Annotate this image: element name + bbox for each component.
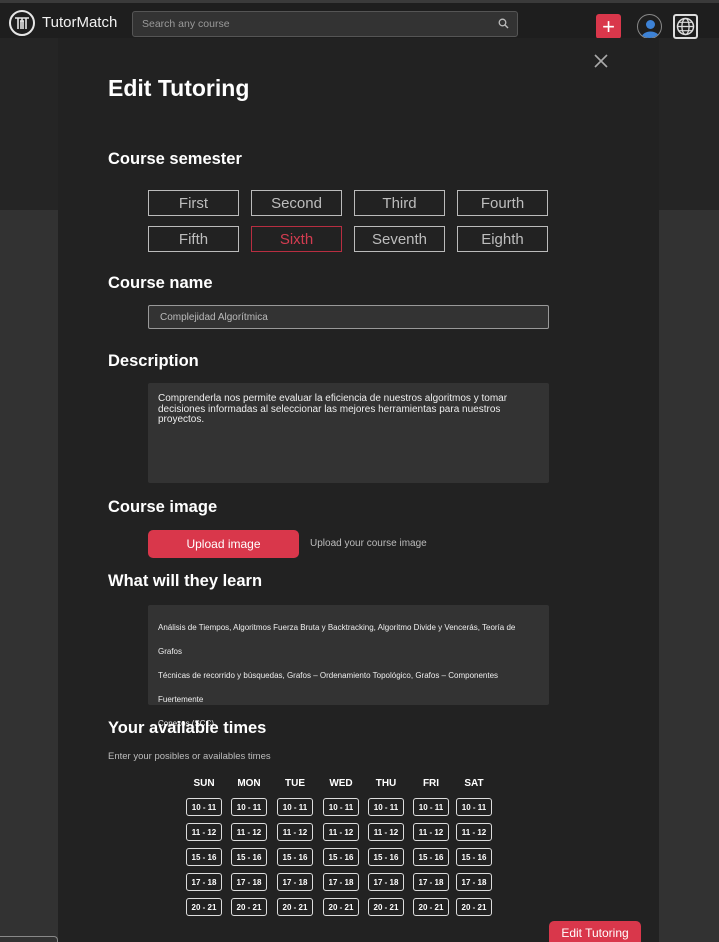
semester-section-title: Course semester: [108, 150, 242, 168]
course-name-input[interactable]: [148, 305, 549, 329]
time-slot-mon-20-21[interactable]: 20 - 21: [231, 898, 267, 916]
description-textarea[interactable]: Comprenderla nos permite evaluar la efic…: [148, 383, 549, 483]
course-image-title: Course image: [108, 498, 218, 516]
time-slot-sun-17-18[interactable]: 17 - 18: [186, 873, 222, 891]
time-slot-mon-15-16[interactable]: 15 - 16: [231, 848, 267, 866]
learn-textarea[interactable]: Análisis de Tiempos, Algoritmos Fuerza B…: [148, 605, 549, 728]
time-slot-thu-17-18[interactable]: 17 - 18: [368, 873, 404, 891]
time-slot-fri-17-18[interactable]: 17 - 18: [413, 873, 449, 891]
learn-line: Análisis de Tiempos, Algoritmos Fuerza B…: [158, 623, 516, 656]
time-slot-tue-17-18[interactable]: 17 - 18: [277, 873, 313, 891]
day-header-tue: TUE: [285, 778, 305, 789]
close-icon[interactable]: [593, 53, 609, 69]
time-slot-tue-15-16[interactable]: 15 - 16: [277, 848, 313, 866]
edit-tutoring-modal: Edit Tutoring Course semester First Seco…: [58, 38, 659, 942]
brand-name[interactable]: TutorMatch: [42, 14, 117, 31]
time-slot-wed-11-12[interactable]: 11 - 12: [323, 823, 359, 841]
time-slot-fri-11-12[interactable]: 11 - 12: [413, 823, 449, 841]
semester-second-button[interactable]: Second: [251, 190, 342, 216]
available-times-hint: Enter your posibles or availables times: [108, 751, 271, 762]
time-slot-sun-10-11[interactable]: 10 - 11: [186, 798, 222, 816]
time-slot-fri-15-16[interactable]: 15 - 16: [413, 848, 449, 866]
time-slot-tue-11-12[interactable]: 11 - 12: [277, 823, 313, 841]
search-input[interactable]: [133, 12, 483, 36]
learn-section-title: What will they learn: [108, 572, 263, 590]
time-slot-sat-17-18[interactable]: 17 - 18: [456, 873, 492, 891]
time-slot-tue-20-21[interactable]: 20 - 21: [277, 898, 313, 916]
user-avatar-icon[interactable]: [637, 14, 662, 39]
day-header-sun: SUN: [193, 778, 215, 789]
time-slot-sat-10-11[interactable]: 10 - 11: [456, 798, 492, 816]
page-background-left: [0, 210, 58, 942]
semester-fourth-button[interactable]: Fourth: [457, 190, 548, 216]
modal-title: Edit Tutoring: [108, 75, 250, 101]
edit-tutoring-submit-button[interactable]: Edit Tutoring: [549, 921, 641, 942]
time-slot-fri-20-21[interactable]: 20 - 21: [413, 898, 449, 916]
time-slot-thu-11-12[interactable]: 11 - 12: [368, 823, 404, 841]
page-background-right: [659, 210, 719, 942]
upload-image-button[interactable]: Upload image: [148, 530, 299, 558]
search-bar: [132, 11, 518, 37]
semester-eighth-button[interactable]: Eighth: [457, 226, 548, 252]
time-slot-tue-10-11[interactable]: 10 - 11: [277, 798, 313, 816]
day-header-wed: WED: [329, 778, 353, 789]
add-course-button[interactable]: +: [596, 14, 621, 39]
learn-line: Técnicas de recorrido y búsquedas, Grafo…: [158, 671, 499, 704]
time-slot-sat-20-21[interactable]: 20 - 21: [456, 898, 492, 916]
time-slot-mon-11-12[interactable]: 11 - 12: [231, 823, 267, 841]
time-slot-fri-10-11[interactable]: 10 - 11: [413, 798, 449, 816]
semester-seventh-button[interactable]: Seventh: [354, 226, 445, 252]
time-slot-thu-10-11[interactable]: 10 - 11: [368, 798, 404, 816]
time-slot-sun-15-16[interactable]: 15 - 16: [186, 848, 222, 866]
day-header-mon: MON: [237, 778, 261, 789]
top-navbar: TutorMatch +: [0, 0, 719, 39]
time-slot-sun-20-21[interactable]: 20 - 21: [186, 898, 222, 916]
time-slot-sat-15-16[interactable]: 15 - 16: [456, 848, 492, 866]
time-slot-wed-10-11[interactable]: 10 - 11: [323, 798, 359, 816]
semester-fifth-button[interactable]: Fifth: [148, 226, 239, 252]
time-slot-wed-15-16[interactable]: 15 - 16: [323, 848, 359, 866]
time-slot-thu-20-21[interactable]: 20 - 21: [368, 898, 404, 916]
time-slot-wed-17-18[interactable]: 17 - 18: [323, 873, 359, 891]
available-times-title: Your available times: [108, 719, 267, 737]
time-slot-mon-10-11[interactable]: 10 - 11: [231, 798, 267, 816]
language-globe-icon[interactable]: [673, 14, 698, 39]
tutormatch-logo-icon[interactable]: [9, 10, 35, 36]
time-slot-sun-11-12[interactable]: 11 - 12: [186, 823, 222, 841]
page-background-tab: [0, 936, 58, 942]
time-slot-thu-15-16[interactable]: 15 - 16: [368, 848, 404, 866]
course-name-title: Course name: [108, 274, 213, 292]
semester-third-button[interactable]: Third: [354, 190, 445, 216]
search-icon[interactable]: [498, 18, 509, 29]
time-slot-sat-11-12[interactable]: 11 - 12: [456, 823, 492, 841]
day-header-fri: FRI: [422, 778, 440, 789]
upload-image-hint: Upload your course image: [310, 538, 427, 549]
day-header-thu: THU: [375, 778, 397, 789]
description-title: Description: [108, 352, 199, 370]
semester-sixth-button[interactable]: Sixth: [251, 226, 342, 252]
semester-first-button[interactable]: First: [148, 190, 239, 216]
time-slot-wed-20-21[interactable]: 20 - 21: [323, 898, 359, 916]
day-header-sat: SAT: [464, 778, 484, 789]
time-slot-mon-17-18[interactable]: 17 - 18: [231, 873, 267, 891]
